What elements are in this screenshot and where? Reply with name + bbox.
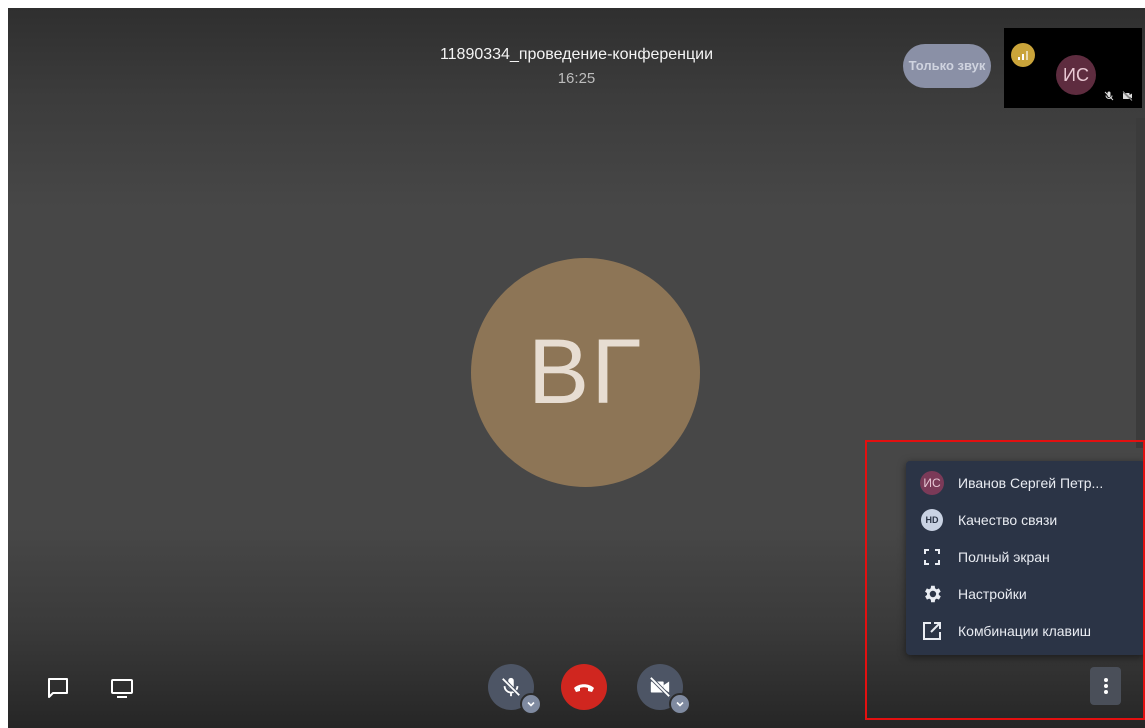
- more-options-menu: ИС Иванов Сергей Петр... HD Качество свя…: [906, 461, 1145, 655]
- screen-share-icon[interactable]: [110, 676, 134, 700]
- hang-up-button[interactable]: [561, 664, 607, 710]
- external-link-icon: [923, 622, 941, 640]
- menu-item-participant[interactable]: ИС Иванов Сергей Петр...: [906, 465, 1145, 501]
- camera-toggle-button[interactable]: [637, 664, 691, 715]
- main-participant-avatar: ВГ: [471, 258, 700, 487]
- menu-item-connection-quality[interactable]: HD Качество связи: [906, 502, 1145, 538]
- menu-item-label: Настройки: [958, 586, 1027, 602]
- microphone-toggle-button[interactable]: [488, 664, 542, 715]
- menu-item-settings[interactable]: Настройки: [906, 576, 1145, 612]
- audio-only-button[interactable]: Только звук: [903, 44, 991, 88]
- more-options-button[interactable]: [1090, 667, 1121, 705]
- camera-options-chevron[interactable]: [669, 693, 691, 715]
- menu-item-label: Иванов Сергей Петр...: [958, 475, 1104, 491]
- self-video-tile[interactable]: ИС: [1004, 28, 1142, 108]
- camera-off-icon: [649, 676, 671, 698]
- menu-item-shortcuts[interactable]: Комбинации клавиш: [906, 613, 1145, 649]
- fullscreen-icon: [924, 549, 940, 565]
- avatar: ИС: [920, 471, 944, 495]
- gear-icon: [925, 585, 941, 603]
- menu-item-label: Качество связи: [958, 512, 1058, 528]
- more-vertical-icon: [1103, 678, 1108, 694]
- mic-off-icon: [1104, 91, 1114, 101]
- signal-bars-icon: [1011, 43, 1035, 67]
- hang-up-icon: [574, 684, 594, 692]
- microphone-options-chevron[interactable]: [520, 693, 542, 715]
- camera-off-icon: [1122, 90, 1133, 102]
- mic-off-icon: [501, 677, 521, 697]
- chevron-down-icon: [527, 701, 535, 707]
- self-avatar: ИС: [1056, 55, 1096, 95]
- menu-item-label: Полный экран: [958, 549, 1050, 565]
- conference-stage: 11890334_проведение-конференции 16:25 То…: [8, 8, 1145, 728]
- chat-icon[interactable]: [46, 676, 70, 700]
- call-controls: [488, 663, 693, 715]
- hd-icon: HD: [921, 509, 943, 531]
- menu-item-label: Комбинации клавиш: [958, 623, 1092, 639]
- side-scrollbar[interactable]: [1136, 118, 1145, 448]
- menu-item-fullscreen[interactable]: Полный экран: [906, 539, 1145, 575]
- chevron-down-icon: [676, 701, 684, 707]
